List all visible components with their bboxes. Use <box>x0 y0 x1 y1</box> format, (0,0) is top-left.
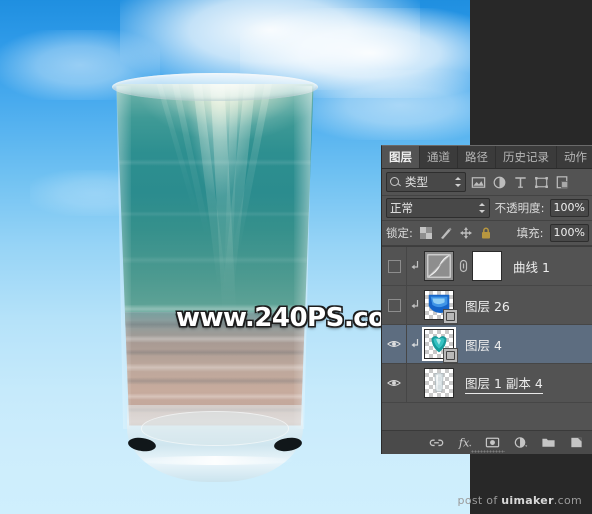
clipping-mask-arrow-icon <box>411 300 419 309</box>
footer-prefix: post of <box>457 494 502 507</box>
footer-suffix: .com <box>553 494 582 507</box>
table-row[interactable]: 图层 4 <box>382 325 592 364</box>
lock-transparency-icon[interactable] <box>419 226 433 240</box>
layer-thumbnail[interactable] <box>424 251 454 281</box>
image-filter-icon[interactable] <box>470 174 487 191</box>
lock-position-icon[interactable] <box>459 226 473 240</box>
clipping-mask-arrow-icon <box>411 339 419 348</box>
glass-wall-left <box>116 86 132 430</box>
panel-resize-grip[interactable] <box>470 450 505 453</box>
search-icon <box>390 176 401 188</box>
chevron-updown-icon[interactable] <box>454 176 462 188</box>
layer-style-fx-icon[interactable]: fx <box>457 435 472 450</box>
panel-tab-strip[interactable]: 图层 通道 路径 历史记录 动作 <box>382 146 592 169</box>
layer-name[interactable]: 图层 1 副本 4 <box>465 373 543 394</box>
curves-adjustment-thumb[interactable] <box>424 251 454 281</box>
layer-name[interactable]: 图层 4 <box>465 335 502 354</box>
fill-value[interactable]: 100% <box>549 224 589 242</box>
glass-tumbler <box>99 73 331 482</box>
layer-thumbnail[interactable] <box>424 290 458 324</box>
layer-thumbnail[interactable] <box>424 329 458 363</box>
eye-visible-icon[interactable] <box>387 378 401 388</box>
layers-panel-toolbar[interactable]: fx <box>382 430 592 454</box>
blend-mode-dropdown[interactable]: 正常 <box>386 198 490 218</box>
tab-layers[interactable]: 图层 <box>382 146 420 168</box>
lock-all-icon[interactable] <box>479 226 493 240</box>
glass-base-highlight <box>136 455 294 465</box>
layer-visibility-toggle[interactable] <box>382 286 407 324</box>
tab-paths[interactable]: 路径 <box>458 146 496 168</box>
layers-panel[interactable]: 图层 通道 路径 历史记录 动作 类型 正常 不透明度: 100% 锁定: 填充… <box>381 145 592 454</box>
eye-hidden-icon[interactable] <box>387 259 401 273</box>
smart-object-badge-icon <box>443 348 458 363</box>
filter-type-dropdown[interactable]: 类型 <box>386 172 466 192</box>
layer-visibility-toggle[interactable] <box>382 325 407 363</box>
eye-visible-icon[interactable] <box>387 339 401 349</box>
tab-history[interactable]: 历史记录 <box>496 146 557 168</box>
table-row[interactable]: 图层 26 <box>382 286 592 325</box>
add-mask-icon[interactable] <box>485 435 500 450</box>
clipping-mask-arrow-icon <box>411 261 419 270</box>
link-layers-icon[interactable] <box>429 435 444 450</box>
filter-type-label: 类型 <box>405 175 428 189</box>
chevron-updown-icon[interactable] <box>478 202 486 214</box>
layer-thumbnail[interactable] <box>424 368 454 398</box>
glass-wall-right <box>293 86 313 430</box>
blend-mode-row[interactable]: 正常 不透明度: 100% <box>382 196 592 221</box>
lock-row[interactable]: 锁定: 填充: 100% <box>382 221 592 246</box>
lock-image-icon[interactable] <box>439 226 453 240</box>
layer-visibility-toggle[interactable] <box>382 364 407 402</box>
opacity-value[interactable]: 100% <box>549 199 589 217</box>
adjustment-filter-icon[interactable] <box>491 174 508 191</box>
layer-name[interactable]: 图层 26 <box>465 296 510 315</box>
shape-filter-icon[interactable] <box>533 174 550 191</box>
lock-label: 锁定: <box>386 226 413 240</box>
glass-base-inner-ring <box>140 411 290 446</box>
svg-text:fx: fx <box>458 437 470 450</box>
layer-name[interactable]: 曲线 1 <box>513 257 550 276</box>
tab-actions[interactable]: 动作 <box>557 146 592 168</box>
tab-channels[interactable]: 通道 <box>420 146 458 168</box>
new-group-icon[interactable] <box>541 435 556 450</box>
footer-credit: post of uimaker.com <box>458 494 582 507</box>
new-layer-icon[interactable] <box>569 435 584 450</box>
smart-object-filter-icon[interactable] <box>554 174 571 191</box>
screenshot-root: www.240PS.com 图层 通道 路径 历史记录 动作 类型 正常 不透明… <box>0 0 592 514</box>
layer-mask-thumbnail[interactable] <box>472 251 502 281</box>
blend-mode-value: 正常 <box>390 201 413 215</box>
opacity-label: 不透明度: <box>494 201 545 215</box>
text-filter-icon[interactable] <box>512 174 529 191</box>
image-thumb-glass[interactable] <box>424 368 454 398</box>
fill-label: 填充: <box>516 226 544 240</box>
layer-visibility-toggle[interactable] <box>382 247 407 285</box>
new-adjustment-layer-icon[interactable] <box>513 435 528 450</box>
link-mask-icon[interactable] <box>458 259 469 273</box>
layer-list[interactable]: 曲线 1 图层 26 图层 4 图层 1 副本 4 <box>382 246 592 403</box>
table-row[interactable]: 曲线 1 <box>382 247 592 286</box>
table-row[interactable]: 图层 1 副本 4 <box>382 364 592 403</box>
eye-hidden-icon[interactable] <box>387 298 401 312</box>
layer-filter-row[interactable]: 类型 <box>382 169 592 196</box>
footer-brand: uimaker <box>501 494 554 507</box>
smart-object-badge-icon <box>443 309 458 324</box>
